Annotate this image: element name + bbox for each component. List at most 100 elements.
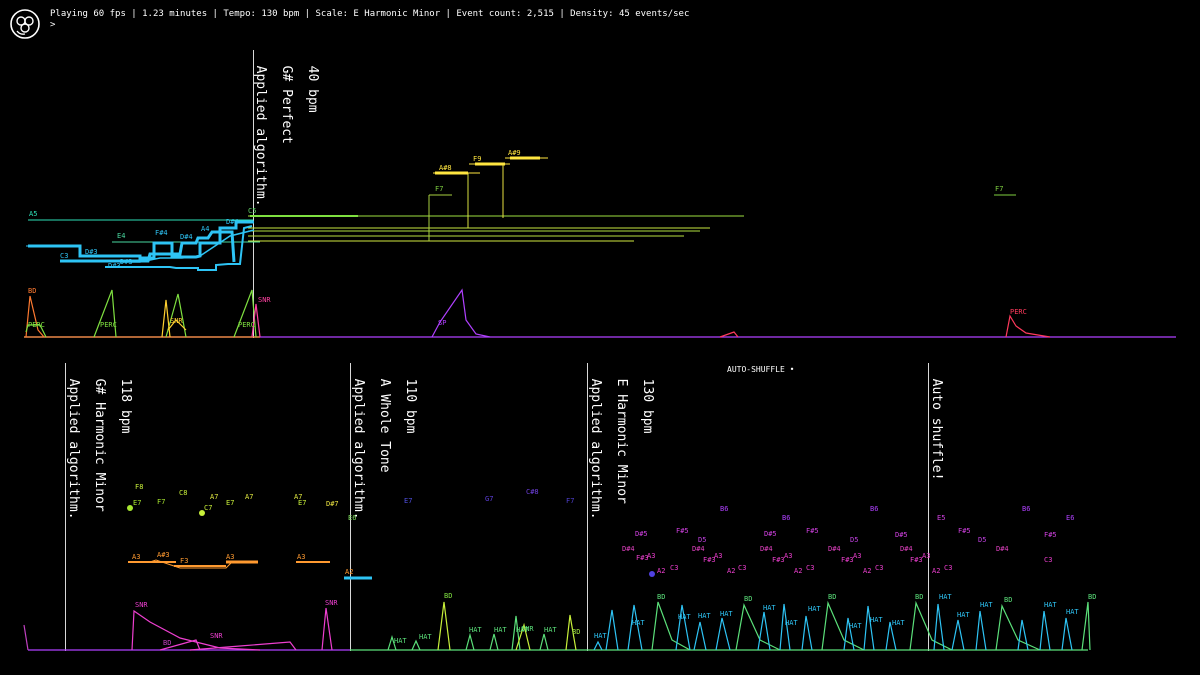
bottom-note-lines [127, 505, 655, 580]
note-label: BD [572, 628, 580, 636]
note-label: A3 [784, 552, 792, 560]
note-label: C3 [1044, 556, 1052, 564]
bottom-visualization-panel: F8E7 F7C8C7A7E7A7 A7E7 D#7E6A3 A#3F3 A3 A3A2E7… [0, 0, 1096, 651]
note-label: HAT [785, 619, 798, 627]
note-label: HAT [469, 626, 482, 634]
note-label: F#3 [772, 556, 785, 564]
note-label: F#5 [958, 527, 971, 535]
note-label: A2 [794, 567, 802, 575]
note-label: A3 [714, 552, 722, 560]
note-label: BD [657, 593, 665, 601]
note-label: BD [1088, 593, 1096, 601]
note-label: D#5 [895, 531, 908, 539]
note-label: HAT [594, 632, 607, 640]
note-label: B6 [870, 505, 878, 513]
note-label: HAT [632, 619, 645, 627]
note-label: E7 [298, 499, 306, 507]
note-label: E6 [1066, 514, 1074, 522]
note-label: A2 [727, 567, 735, 575]
note-label: A3 [853, 552, 861, 560]
note-label: D#4 [900, 545, 913, 553]
note-label: F#3 [841, 556, 854, 564]
note-label: BD [163, 639, 171, 647]
note-label: F7 [157, 498, 165, 506]
note-label: E7 [226, 499, 234, 507]
note-label: HAT [698, 612, 711, 620]
note-label: HAT [678, 613, 691, 621]
bottom-drum-envelopes [23, 600, 1091, 651]
note-label: BD [744, 595, 752, 603]
note-label: A3 [647, 552, 655, 560]
note-label: C7 [204, 504, 212, 512]
note-label: HAT [870, 616, 883, 624]
note-label: A3 [922, 552, 930, 560]
note-label: A2 [345, 568, 353, 576]
note-label: BD [0, 0, 8, 2]
note-label: A7 [210, 493, 218, 501]
note-label: D#4 [828, 545, 841, 553]
note-label: HAT [849, 622, 862, 630]
note-label: D5 [698, 536, 706, 544]
note-label: F7 [566, 497, 574, 505]
note-label: E7 [404, 497, 412, 505]
note-label: HAT [763, 604, 776, 612]
note-label: A3 [132, 553, 140, 561]
note-label: HAT [494, 626, 507, 634]
note-label: D5 [850, 536, 858, 544]
note-label: F#5 [676, 527, 689, 535]
note-label: A2 [657, 567, 665, 575]
note-label: HAT [394, 637, 407, 645]
note-label: SNR [210, 632, 223, 640]
note-label: BD [1004, 596, 1012, 604]
note-label: HAT [516, 626, 529, 634]
note-label: BD [444, 592, 452, 600]
note-label: C3 [738, 564, 746, 572]
note-label: C#8 [526, 488, 539, 496]
note-label: C3 [875, 564, 883, 572]
note-label: B6 [782, 514, 790, 522]
note-label: HAT [980, 601, 993, 609]
note-label: BD [828, 593, 836, 601]
note-label: HAT [808, 605, 821, 613]
note-label: F3 [180, 557, 188, 565]
note-label: HAT [1044, 601, 1057, 609]
note-label: A7 [245, 493, 253, 501]
note-label: HAT [419, 633, 432, 641]
note-label: A#3 [157, 551, 170, 559]
note-label: B6 [720, 505, 728, 513]
note-label: C8 [179, 489, 187, 497]
bottom-note-labels: F8E7 F7C8C7A7E7A7 A7E7 D#7E6A3 A#3F3 A3 A3A2E7… [0, 0, 1096, 647]
note-label: F#3 [910, 556, 923, 564]
note-label: E7 [133, 499, 141, 507]
note-label: D#4 [996, 545, 1009, 553]
note-label: A3 [226, 553, 234, 561]
note-label: F8 [135, 483, 143, 491]
note-label: C3 [670, 564, 678, 572]
note-label: B6 [1022, 505, 1030, 513]
note-label: F#5 [1044, 531, 1057, 539]
note-label: E6 [348, 514, 356, 522]
note-label: HAT [957, 611, 970, 619]
note-label: A2 [863, 567, 871, 575]
note-label: F#5 [806, 527, 819, 535]
note-label: C3 [944, 564, 952, 572]
note-label: HAT [939, 593, 952, 601]
note-label: HAT [1066, 608, 1079, 616]
note-label: A2 [932, 567, 940, 575]
note-label: D#5 [635, 530, 648, 538]
note-label: D#4 [622, 545, 635, 553]
note-label: SNR [135, 601, 148, 609]
note-label: D5 [978, 536, 986, 544]
note-label: C3 [806, 564, 814, 572]
note-label: D#5 [764, 530, 777, 538]
note-label: HAT [892, 619, 905, 627]
note-label: D#4 [760, 545, 773, 553]
note-label: SNR [325, 599, 338, 607]
note-label: BD [915, 593, 923, 601]
note-label: HAT [720, 610, 733, 618]
note-label: HAT [544, 626, 557, 634]
note-label: E5 [937, 514, 945, 522]
note-label: A3 [297, 553, 305, 561]
note-label: D#4 [692, 545, 705, 553]
note-label: D#7 [326, 500, 339, 508]
